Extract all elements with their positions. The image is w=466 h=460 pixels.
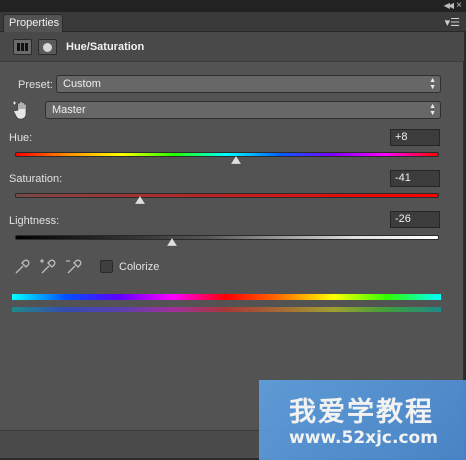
- channel-value: Master: [52, 104, 86, 116]
- lightness-slider-thumb[interactable]: [166, 238, 177, 246]
- tab-properties[interactable]: Properties: [3, 14, 63, 32]
- panel-title: Hue/Saturation: [66, 41, 145, 53]
- saturation-slider-track[interactable]: [15, 193, 439, 198]
- watermark-text: 我爱学教程: [289, 397, 434, 428]
- saturation-label: Saturation:: [9, 173, 63, 185]
- lightness-label: Lightness:: [9, 215, 60, 227]
- eyedropper-icon[interactable]: [13, 258, 31, 276]
- hue-label: Hue:: [9, 132, 33, 144]
- channel-select[interactable]: Master ▲ ▼: [45, 101, 441, 119]
- input-color-spectrum: [12, 294, 441, 300]
- hue-slider-track[interactable]: [15, 152, 439, 157]
- subtract-from-sample-eyedropper-icon[interactable]: [65, 258, 83, 276]
- add-to-sample-eyedropper-icon[interactable]: [39, 258, 57, 276]
- saturation-slider-thumb[interactable]: [135, 196, 146, 204]
- panel-title-bar: ◀◀ ×: [0, 0, 466, 12]
- watermark-url: www.52xjc.com: [289, 428, 438, 448]
- hue-input[interactable]: +8: [390, 129, 440, 146]
- preset-value: Custom: [63, 78, 101, 90]
- targeted-adjustment-hand-icon[interactable]: [12, 100, 32, 122]
- preset-label: Preset:: [18, 79, 53, 91]
- hue-slider-thumb[interactable]: [231, 156, 242, 164]
- layer-mask-icon[interactable]: [38, 39, 57, 55]
- collapse-icon[interactable]: ◀◀: [444, 1, 454, 10]
- select-arrows-icon: ▲ ▼: [429, 77, 436, 91]
- select-arrows-icon: ▲ ▼: [429, 103, 436, 117]
- close-icon[interactable]: ×: [456, 0, 462, 11]
- lightness-input[interactable]: -26: [390, 211, 440, 228]
- lightness-slider-track[interactable]: [15, 235, 439, 240]
- preset-select[interactable]: Custom ▲ ▼: [56, 75, 441, 93]
- colorize-label: Colorize: [119, 261, 160, 273]
- colorize-checkbox[interactable]: [100, 260, 113, 273]
- watermark: 我爱学教程 www.52xjc.com: [259, 380, 466, 460]
- tab-bar: Properties ▾☰: [0, 12, 466, 32]
- output-color-spectrum: [12, 307, 441, 312]
- saturation-input[interactable]: -41: [390, 170, 440, 187]
- panel-header: Hue/Saturation: [0, 32, 464, 62]
- panel-menu-icon[interactable]: ▾☰: [445, 16, 460, 29]
- adjustment-layer-icon[interactable]: [13, 39, 32, 55]
